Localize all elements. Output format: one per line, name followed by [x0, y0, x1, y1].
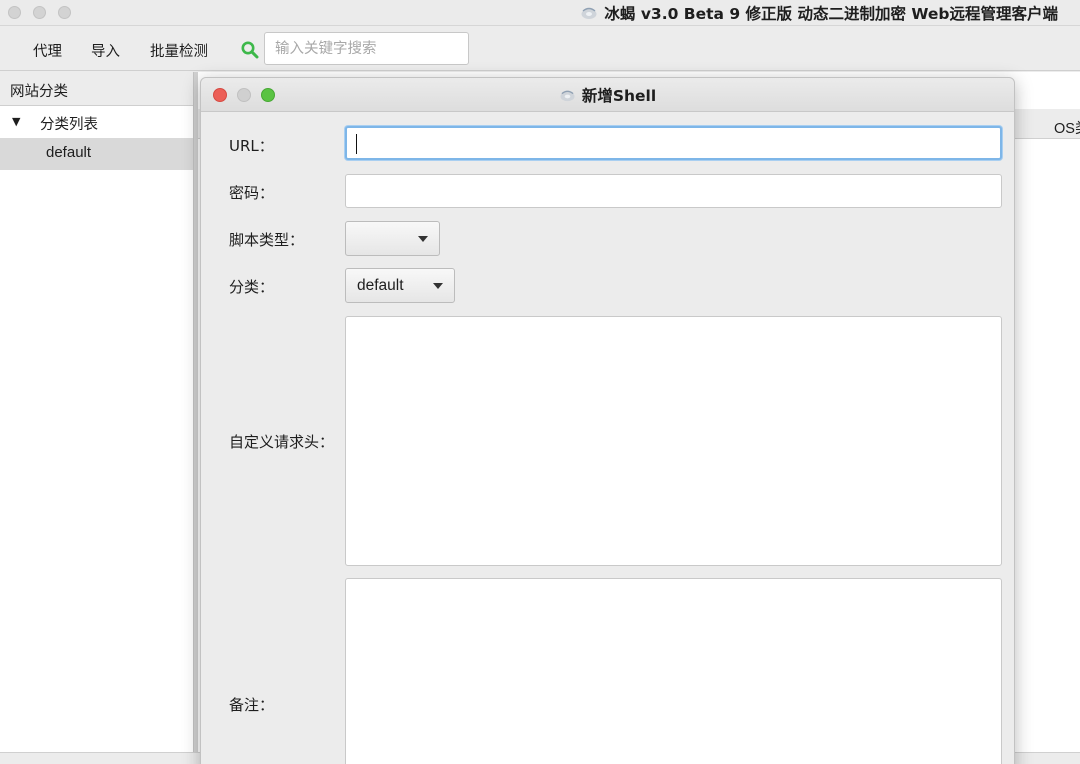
sidebar-header: 网站分类 [0, 72, 193, 106]
category-value: default [357, 277, 404, 294]
dialog-title: 新增Shell [201, 78, 1014, 112]
add-shell-dialog: 新增Shell URL： 密码： 脚本类型： 分类： default 自定义请求… [200, 77, 1015, 764]
app-title: 冰蝎 v3.0 Beta 9 修正版 动态二进制加密 Web远程管理客户端 [580, 2, 1058, 24]
dialog-title-bar: 新增Shell [201, 78, 1014, 112]
main-title-bar: 冰蝎 v3.0 Beta 9 修正版 动态二进制加密 Web远程管理客户端 [0, 0, 1080, 26]
menu-import[interactable]: 导入 [91, 40, 120, 61]
custom-headers-label: 自定义请求头： [229, 433, 335, 451]
app-title-text: 冰蝎 v3.0 Beta 9 修正版 动态二进制加密 Web远程管理客户端 [604, 5, 1058, 23]
table-column-os[interactable]: OS类 [1054, 117, 1080, 138]
tree-root-category-list[interactable]: ▼ 分类列表 [0, 106, 193, 138]
tree-expand-arrow-icon[interactable]: ▼ [12, 115, 20, 128]
script-type-select[interactable] [345, 221, 440, 256]
category-label: 分类： [229, 278, 275, 296]
dialog-title-text: 新增Shell [581, 87, 657, 105]
app-logo-icon [581, 7, 597, 19]
dialog-logo-icon [560, 90, 575, 101]
search-input[interactable] [264, 32, 469, 65]
main-maximize-button[interactable] [58, 6, 71, 19]
dropdown-arrow-icon [418, 236, 428, 242]
main-close-button[interactable] [8, 6, 21, 19]
tree-root-label: 分类列表 [40, 117, 98, 133]
script-type-label: 脚本类型： [229, 231, 305, 249]
custom-headers-textarea[interactable] [345, 316, 1002, 566]
toolbar: 代理 导入 批量检测 [0, 27, 1080, 71]
notes-label: 备注： [229, 696, 275, 714]
main-minimize-button[interactable] [33, 6, 46, 19]
notes-textarea[interactable] [345, 578, 1002, 764]
text-caret [356, 134, 357, 154]
dropdown-arrow-icon [433, 283, 443, 289]
tree-item-default[interactable]: default [0, 138, 193, 170]
sidebar: 网站分类 ▼ 分类列表 default [0, 72, 193, 764]
search-icon[interactable] [240, 40, 260, 60]
url-input[interactable] [345, 126, 1002, 160]
password-label: 密码： [229, 184, 275, 202]
menu-proxy[interactable]: 代理 [33, 40, 62, 61]
category-select[interactable]: default [345, 268, 455, 303]
menu-batch-check[interactable]: 批量检测 [150, 40, 208, 61]
password-input[interactable] [345, 174, 1002, 208]
url-label: URL： [229, 137, 274, 155]
